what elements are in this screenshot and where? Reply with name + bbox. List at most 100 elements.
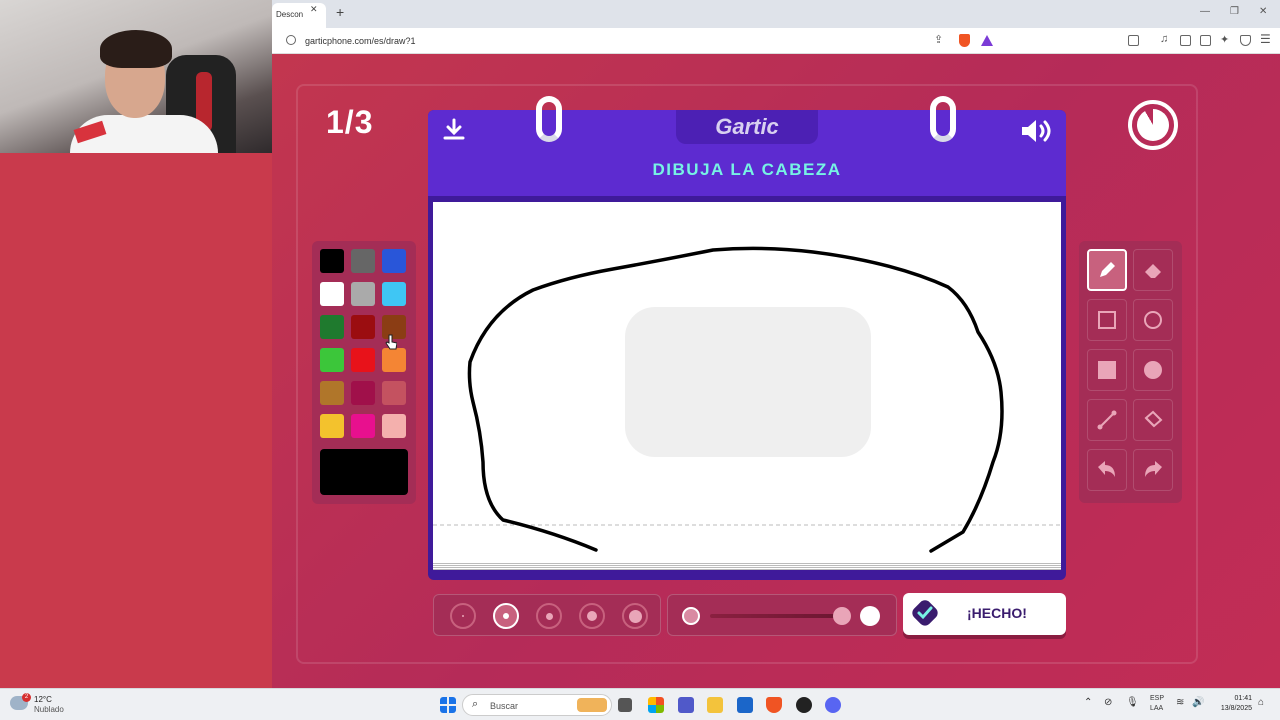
volume-icon[interactable]: 🔊: [1192, 697, 1204, 708]
color-palette: [312, 241, 416, 504]
binder-ring-left: [536, 96, 562, 142]
color-swatch[interactable]: [320, 414, 344, 438]
wallet-icon[interactable]: [1200, 35, 1211, 46]
color-swatch[interactable]: [320, 249, 344, 273]
brush-size-5[interactable]: [622, 603, 648, 629]
system-clock[interactable]: 01:41 13/8/2025: [1212, 694, 1252, 714]
share-icon[interactable]: ⇪: [934, 33, 945, 46]
color-swatch[interactable]: [382, 282, 406, 306]
color-swatch[interactable]: [320, 348, 344, 372]
temperature: 12°C: [34, 695, 52, 704]
timer-icon: [1128, 100, 1178, 150]
task-view-icon[interactable]: [618, 698, 632, 712]
tab-close-icon[interactable]: ✕: [310, 4, 318, 15]
color-swatch[interactable]: [351, 282, 375, 306]
brush-size-3[interactable]: [536, 603, 562, 629]
screenshot-icon[interactable]: [1128, 35, 1139, 46]
color-swatch[interactable]: [382, 348, 406, 372]
site-info-icon[interactable]: [286, 35, 296, 45]
notification-badge: 2: [22, 693, 31, 702]
obs-icon[interactable]: [796, 697, 812, 713]
color-swatch[interactable]: [351, 348, 375, 372]
rect-fill-tool[interactable]: [1087, 349, 1127, 391]
download-icon[interactable]: [442, 118, 466, 142]
left-background: [0, 153, 272, 688]
clock-time: 01:41: [1234, 695, 1252, 702]
sound-icon[interactable]: [1020, 118, 1054, 144]
brave-rewards-icon[interactable]: [981, 35, 993, 46]
circle-outline-tool[interactable]: [1133, 299, 1173, 341]
windows-taskbar: 2 12°C Nublado ⌕ Buscar ⌃ ⊘ 🎙 ESP LAA ≋ …: [0, 688, 1280, 720]
copilot-icon[interactable]: [648, 697, 664, 713]
timer-progress: [1137, 109, 1169, 141]
vpn-shield-icon[interactable]: [1240, 35, 1251, 46]
brush-size-4[interactable]: [579, 603, 605, 629]
rect-outline-tool[interactable]: [1087, 299, 1127, 341]
menu-icon[interactable]: ☰: [1260, 32, 1271, 46]
square-outline-icon: [1098, 311, 1116, 329]
url-field[interactable]: garticphone.com/es/draw?1: [305, 36, 416, 46]
binder-ring-right: [930, 96, 956, 142]
search-placeholder: Buscar: [490, 701, 519, 711]
color-swatch[interactable]: [382, 249, 406, 273]
eraser-tool[interactable]: [1133, 249, 1173, 291]
webcam-overlay: [0, 0, 272, 153]
language-indicator[interactable]: ESP: [1150, 695, 1164, 702]
media-icon[interactable]: ♫: [1160, 33, 1171, 45]
teams-icon[interactable]: [678, 697, 694, 713]
opacity-track[interactable]: [710, 614, 850, 618]
minimize-icon[interactable]: —: [1200, 6, 1210, 17]
tray-chevron-icon[interactable]: ⌃: [1084, 697, 1092, 708]
color-swatch[interactable]: [351, 249, 375, 273]
browser-tab-bar: Descon ✕ + — ❐ ✕: [272, 0, 1280, 28]
color-swatch[interactable]: [320, 315, 344, 339]
brush-size-2[interactable]: [493, 603, 519, 629]
bucket-tool[interactable]: [1133, 399, 1173, 441]
pencil-icon: [1100, 262, 1115, 277]
eraser-icon: [1145, 264, 1161, 278]
drawing-canvas[interactable]: [433, 202, 1061, 562]
microphone-icon[interactable]: 🎙: [1126, 697, 1139, 708]
language-layout: LAA: [1150, 705, 1164, 712]
new-tab-button[interactable]: +: [336, 4, 344, 20]
pencil-tool[interactable]: [1087, 249, 1127, 291]
windows-start-icon[interactable]: [440, 697, 456, 713]
paint-bucket-icon: [1144, 410, 1163, 428]
color-swatch[interactable]: [320, 381, 344, 405]
line-tool[interactable]: [1087, 399, 1127, 441]
done-button[interactable]: ¡HECHO!: [903, 593, 1066, 635]
color-swatch[interactable]: [382, 381, 406, 405]
brave-shield-icon[interactable]: [959, 34, 970, 47]
circle-outline-icon: [1144, 311, 1162, 329]
redo-tool[interactable]: [1133, 449, 1173, 491]
store-icon[interactable]: [737, 697, 753, 713]
browser-tab[interactable]: Descon: [272, 3, 326, 28]
address-bar: garticphone.com/es/draw?1 ⇪ ♫ ✦ ☰: [272, 28, 1280, 54]
circle-fill-tool[interactable]: [1133, 349, 1173, 391]
color-swatch[interactable]: [351, 414, 375, 438]
notification-bell-icon[interactable]: ⌂: [1258, 697, 1264, 708]
brush-size-1[interactable]: [450, 603, 476, 629]
round-counter: 1/3: [326, 104, 374, 140]
discord-icon[interactable]: [825, 697, 841, 713]
opacity-slider: [667, 594, 897, 636]
opacity-handle[interactable]: [833, 607, 851, 625]
brush-size-selector: [433, 594, 661, 636]
brave-browser-icon[interactable]: [766, 697, 782, 713]
color-swatch[interactable]: [382, 414, 406, 438]
canvas-drawing: [433, 246, 1061, 553]
restore-icon[interactable]: ❐: [1230, 6, 1239, 17]
color-swatch[interactable]: [320, 282, 344, 306]
sidebar-icon[interactable]: [1180, 35, 1191, 46]
taskbar-search[interactable]: ⌕ Buscar: [462, 694, 612, 716]
color-swatch[interactable]: [351, 315, 375, 339]
leo-ai-icon[interactable]: ✦: [1220, 33, 1231, 46]
undo-icon: [1098, 461, 1115, 477]
file-explorer-icon[interactable]: [707, 697, 723, 713]
color-swatch[interactable]: [351, 381, 375, 405]
hand-cursor-icon: [385, 334, 397, 350]
tray-app-icon[interactable]: ⊘: [1104, 697, 1112, 708]
window-close-icon[interactable]: ✕: [1259, 6, 1267, 17]
wifi-icon[interactable]: ≋: [1176, 697, 1184, 708]
undo-tool[interactable]: [1087, 449, 1127, 491]
